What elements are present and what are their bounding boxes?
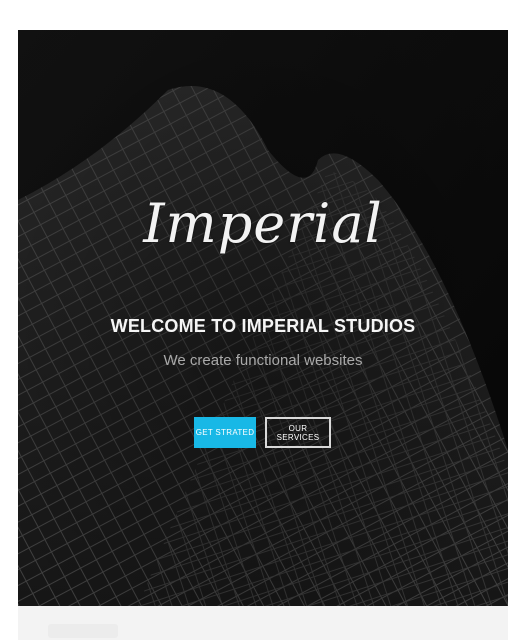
get-started-button[interactable]: GET STRATED	[194, 417, 256, 448]
faded-logo-placeholder	[48, 624, 118, 638]
next-section-preview	[18, 606, 508, 640]
hero-section: Imperial WELCOME TO IMPERIAL STUDIOS We …	[18, 30, 508, 606]
hero-subtitle: We create functional websites	[163, 352, 363, 369]
hero-headline: WELCOME TO IMPERIAL STUDIOS	[110, 316, 416, 336]
imperial-logo: Imperial	[143, 192, 383, 255]
hero-content: Imperial WELCOME TO IMPERIAL STUDIOS We …	[18, 30, 508, 606]
our-services-button[interactable]: OUR SERVICES	[265, 417, 331, 448]
